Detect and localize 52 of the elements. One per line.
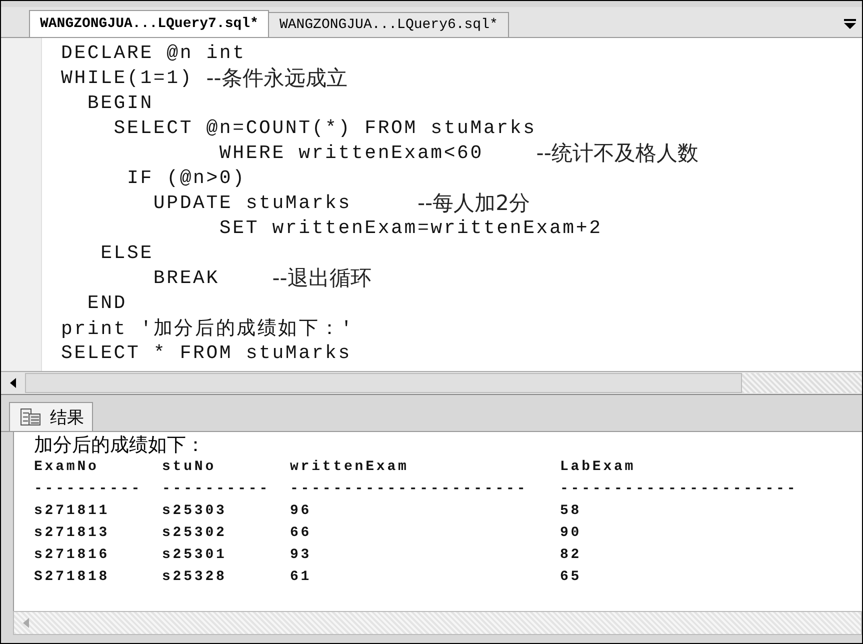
code-line: SELECT @n=COUNT(*) FROM stuMarks	[112, 116, 536, 138]
column-header: writtenExam	[290, 458, 410, 477]
code-comment: --每人加2分	[417, 190, 530, 216]
column-header: stuNo	[162, 458, 218, 477]
table-cell-text: 58	[560, 502, 583, 521]
document-tab[interactable]: WANGZONGJUA...LQuery6.sql*	[268, 12, 509, 37]
code-line: DECLARE @n int	[61, 42, 246, 64]
code-comment: --退出循环	[272, 264, 372, 292]
code-line: END	[86, 292, 128, 314]
results-tab[interactable]: 结果	[9, 402, 93, 431]
scroll-left-icon[interactable]	[9, 378, 17, 388]
code-line: UPDATE stuMarks	[152, 192, 352, 214]
table-cell-text: 61	[290, 568, 313, 587]
horizontal-scrollbar[interactable]	[13, 611, 862, 635]
table-cell-text: 66	[290, 524, 313, 543]
column-rule: ----------------------	[560, 480, 799, 499]
code-line: ELSE	[100, 242, 154, 264]
dropdown-icon[interactable]	[844, 19, 856, 29]
column-header: LabExam	[560, 458, 637, 477]
code-comment: --条件永远成立	[206, 64, 348, 92]
code-line: BREAK	[152, 266, 220, 288]
code-line: SET writtenExam=writtenExam+2	[218, 216, 602, 238]
table-cell-text: 90	[560, 524, 583, 543]
column-rule: ----------	[34, 480, 144, 499]
code-line: WHILE(1=1)	[61, 66, 194, 88]
table-cell-text: 65	[560, 568, 583, 587]
result-message: 加分后的成绩如下：	[34, 434, 206, 456]
horizontal-scrollbar[interactable]	[1, 371, 862, 395]
code-line: SELECT * FROM stuMarks	[61, 342, 352, 364]
table-cell-text: s271816	[34, 546, 111, 565]
table-cell-text: s25302	[162, 524, 228, 543]
table-cell-text: 82	[560, 546, 583, 565]
document-tab[interactable]: WANGZONGJUA...LQuery7.sql*	[29, 10, 270, 37]
table-cell-text: s271813	[34, 524, 111, 543]
grid-icon	[20, 407, 42, 427]
table-cell-text: s25301	[162, 546, 228, 565]
table-cell-text: s271811	[34, 502, 111, 521]
scroll-thumb[interactable]	[25, 373, 742, 393]
code-editor[interactable]	[1, 38, 862, 371]
code-line: BEGIN	[86, 92, 154, 114]
table-cell-text: s25303	[162, 502, 228, 521]
code-comment: --统计不及格人数	[536, 140, 698, 166]
table-cell-text: 96	[290, 502, 313, 521]
table-cell-text: S271818	[34, 568, 111, 587]
code-line: IF (@n>0)	[126, 166, 246, 188]
table-cell-text: 93	[290, 546, 313, 565]
code-line: print '加分后的成绩如下：'	[61, 316, 354, 340]
column-rule: ----------------------	[290, 480, 529, 499]
table-cell-text: s25328	[162, 568, 228, 587]
column-rule: ----------	[162, 480, 272, 499]
column-header: ExamNo	[34, 458, 100, 477]
code-line: WHERE writtenExam<60	[218, 142, 484, 164]
